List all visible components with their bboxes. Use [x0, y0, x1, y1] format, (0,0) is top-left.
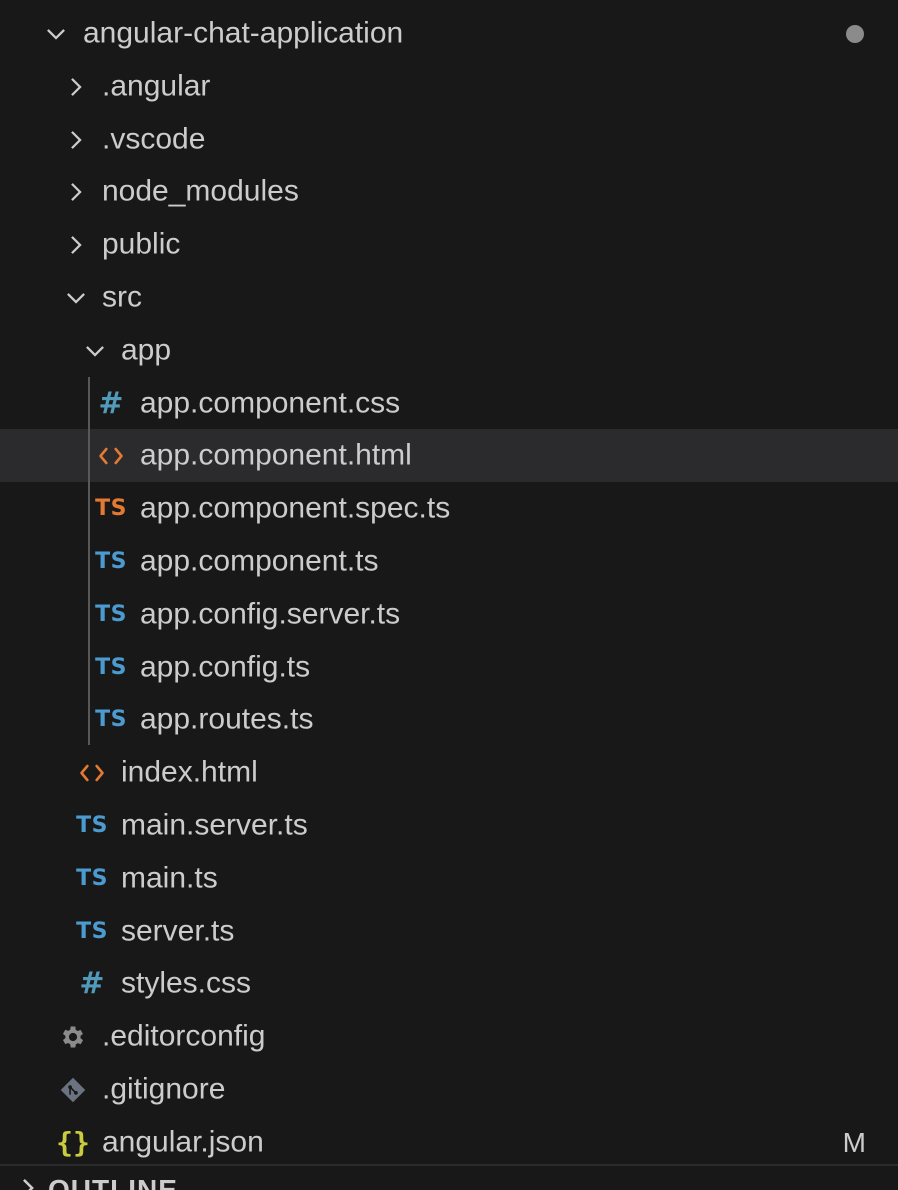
ts-icon: TS — [95, 602, 127, 627]
tree-item-file-app-routes-ts[interactable]: TS app.routes.ts — [0, 693, 898, 746]
css-hash-icon: # — [79, 966, 105, 1001]
git-modified-badge: M — [842, 1126, 866, 1158]
tree-item-label: .editorconfig — [102, 1018, 266, 1052]
chevron-right-icon — [12, 1172, 44, 1190]
ts-icon: TS — [76, 813, 108, 838]
tree-item-label: .gitignore — [102, 1071, 226, 1105]
tree-item-label: app.config.ts — [140, 649, 311, 683]
chevron-down-icon — [79, 335, 111, 367]
chevron-right-icon — [60, 71, 92, 103]
tree-item-label: app.component.css — [140, 385, 401, 419]
gear-icon — [55, 1019, 91, 1055]
explorer-panel: angular-chat-application .angular .vscod… — [0, 0, 898, 1190]
tree-item-folder-src[interactable]: src — [0, 271, 898, 324]
tree-item-file-main-server-ts[interactable]: TS main.server.ts — [0, 799, 898, 852]
tree-item-file-app-component-html[interactable]: app.component.html — [0, 429, 898, 482]
tree-item-file-styles-css[interactable]: # styles.css — [0, 957, 898, 1010]
tree-item-folder-node-modules[interactable]: node_modules — [0, 165, 898, 218]
tree-item-label: styles.css — [121, 965, 252, 999]
tree-item-folder-vscode[interactable]: .vscode — [0, 113, 898, 166]
tree-item-label: server.ts — [121, 913, 235, 947]
tree-item-label: .angular — [102, 68, 211, 102]
tree-item-file-index-html[interactable]: index.html — [0, 746, 898, 799]
css-hash-icon: # — [98, 386, 124, 421]
chevron-down-icon — [40, 18, 72, 50]
ts-icon: TS — [76, 866, 108, 891]
chevron-right-icon — [60, 176, 92, 208]
tree-item-root-folder[interactable]: angular-chat-application — [0, 7, 898, 60]
tree-item-file-app-component-css[interactable]: # app.component.css — [0, 377, 898, 430]
tree-item-file-server-ts[interactable]: TS server.ts — [0, 905, 898, 958]
outline-section-header[interactable]: OUTLINE — [0, 1166, 898, 1190]
tree-item-folder-angular[interactable]: .angular — [0, 60, 898, 113]
tree-item-file-angular-json[interactable]: {} angular.json M — [0, 1116, 898, 1169]
tree-item-folder-public[interactable]: public — [0, 218, 898, 271]
tree-item-file-gitignore[interactable]: .gitignore — [0, 1063, 898, 1116]
tree-item-label: app — [121, 332, 172, 366]
ts-icon: TS — [76, 919, 108, 944]
tree-item-file-app-config-ts[interactable]: TS app.config.ts — [0, 641, 898, 694]
tree-item-label: app.component.ts — [140, 543, 379, 577]
tree-item-label: index.html — [121, 754, 258, 788]
ts-icon: TS — [95, 655, 127, 680]
tree-item-label: node_modules — [102, 173, 299, 207]
git-icon — [55, 1072, 91, 1108]
tree-item-label: main.server.ts — [121, 807, 308, 841]
outline-section-label: OUTLINE — [48, 1174, 178, 1190]
ts-icon: TS — [95, 549, 127, 574]
tree-item-label: src — [102, 279, 142, 313]
json-braces-icon: {} — [56, 1126, 90, 1159]
tree-item-label: angular-chat-application — [83, 15, 404, 49]
chevron-right-icon — [60, 229, 92, 261]
tree-item-label: app.component.html — [140, 437, 412, 471]
tree-item-folder-app[interactable]: app — [0, 324, 898, 377]
tree-item-label: main.ts — [121, 860, 218, 894]
html-icon — [74, 755, 110, 791]
tree-item-label: public — [102, 226, 181, 260]
tree-item-file-main-ts[interactable]: TS main.ts — [0, 852, 898, 905]
tree-item-file-app-config-server-ts[interactable]: TS app.config.server.ts — [0, 588, 898, 641]
modified-dot-icon — [846, 24, 864, 43]
tree-item-label: app.routes.ts — [140, 701, 314, 735]
ts-icon: TS — [95, 707, 127, 732]
tree-item-file-app-component-ts[interactable]: TS app.component.ts — [0, 535, 898, 588]
tree-item-label: .vscode — [102, 121, 206, 155]
tree-item-file-app-component-spec-ts[interactable]: TS app.component.spec.ts — [0, 482, 898, 535]
tree-item-file-editorconfig[interactable]: .editorconfig — [0, 1010, 898, 1063]
tree-item-label: angular.json — [102, 1124, 264, 1158]
indent-guide — [88, 377, 90, 745]
chevron-right-icon — [60, 124, 92, 156]
tree-item-label: app.config.server.ts — [140, 596, 401, 630]
tree-item-label: app.component.spec.ts — [140, 490, 451, 524]
ts-spec-icon: TS — [95, 496, 127, 521]
html-icon — [93, 438, 129, 474]
chevron-down-icon — [60, 282, 92, 314]
